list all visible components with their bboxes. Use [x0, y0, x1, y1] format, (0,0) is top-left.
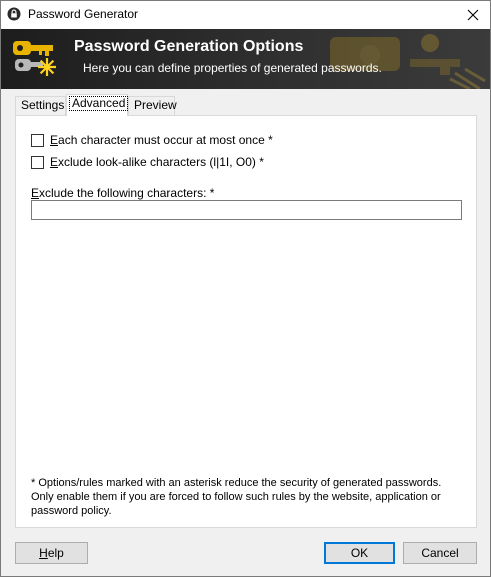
ok-button[interactable]: OK: [324, 542, 395, 564]
tab-strip: Settings Advanced Preview: [15, 94, 477, 116]
tab-advanced[interactable]: Advanced: [66, 94, 129, 116]
exclude-chars-input[interactable]: [31, 200, 462, 220]
banner-subtitle: Here you can define properties of genera…: [83, 61, 382, 75]
close-button[interactable]: [456, 1, 490, 29]
each-char-once-option[interactable]: Each character must occur at most once *: [31, 133, 273, 147]
exclude-lookalike-label: Exclude look-alike characters (l|1I, O0)…: [50, 155, 264, 169]
exclude-lookalike-checkbox[interactable]: [31, 155, 44, 169]
advanced-panel: Each character must occur at most once *…: [15, 115, 477, 528]
help-button[interactable]: Help: [15, 542, 88, 564]
banner-decoration: [330, 34, 486, 89]
exclude-lookalike-option[interactable]: Exclude look-alike characters (l|1I, O0)…: [31, 155, 264, 169]
cancel-button[interactable]: Cancel: [403, 542, 477, 564]
exclude-chars-label: Exclude the following characters: *: [31, 186, 215, 200]
keys-icon: [13, 41, 56, 76]
tab-advanced-label: Advanced: [69, 96, 129, 111]
lock-icon: [7, 7, 21, 21]
title-bar[interactable]: Password Generator: [1, 1, 490, 29]
each-char-once-checkbox[interactable]: [31, 133, 44, 147]
tab-preview[interactable]: Preview: [128, 96, 177, 115]
banner-title: Password Generation Options: [74, 38, 304, 55]
tab-settings[interactable]: Settings: [15, 96, 66, 115]
password-generator-dialog: Password Generator Password Generation O…: [0, 0, 491, 577]
close-icon: [467, 9, 479, 21]
header-banner: Password Generation Options Here you can…: [1, 29, 490, 89]
tab-settings-label: Settings: [21, 98, 65, 112]
window-title: Password Generator: [28, 7, 139, 21]
tab-preview-label: Preview: [134, 98, 177, 112]
each-char-once-label: Each character must occur at most once *: [50, 133, 273, 147]
asterisk-note: * Options/rules marked with an asterisk …: [31, 477, 442, 517]
